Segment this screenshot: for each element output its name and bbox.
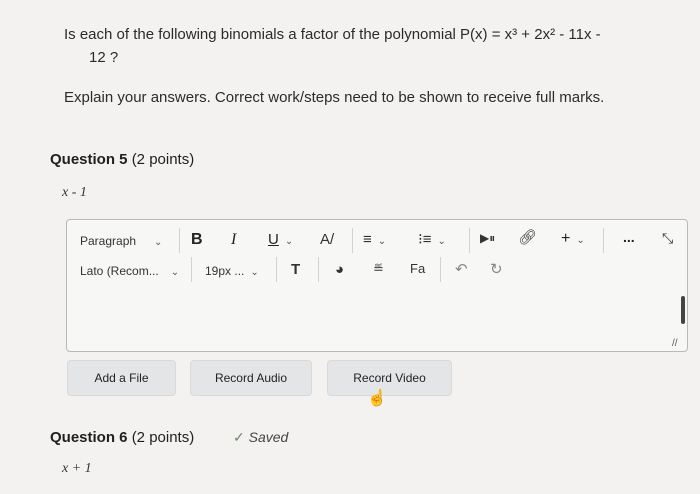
instructions-text: Explain your answers. Correct work/steps… xyxy=(64,89,605,106)
undo-icon[interactable]: ↶ xyxy=(455,262,468,277)
toolbar-divider xyxy=(603,228,604,253)
editor-text-area[interactable] xyxy=(67,291,685,349)
question-5-header: Question 5 (2 points) xyxy=(50,151,194,168)
toolbar-divider xyxy=(318,257,319,282)
find-replace-icon[interactable]: Fa xyxy=(410,262,425,275)
hand-cursor-icon: ☝ xyxy=(367,390,387,407)
toolbar-divider xyxy=(440,257,441,282)
question-5-points: (2 points) xyxy=(131,151,195,168)
prompt-line-1: Is each of the following binomials a fac… xyxy=(64,26,601,43)
font-family-select[interactable]: Lato (Recom... ⌄ xyxy=(80,264,179,278)
chevron-down-icon: ⌄ xyxy=(250,267,259,278)
prompt-line-2: 12 ? xyxy=(89,49,119,66)
redo-icon[interactable]: ↻ xyxy=(490,262,503,277)
question-6-title: Question 6 xyxy=(50,429,128,446)
toolbar-divider xyxy=(469,228,470,253)
underline-label: U xyxy=(268,231,279,248)
insert-media-icon[interactable]: ▶⏸ xyxy=(480,232,495,244)
paragraph-style-label: Paragraph xyxy=(80,234,137,248)
question-5-expression: x - 1 xyxy=(62,185,87,200)
bulleted-list-icon[interactable]: ⁝≡ ⌄ xyxy=(418,232,446,247)
accessibility-check-icon[interactable]: ◕ xyxy=(335,262,344,277)
chevron-down-icon: ⌄ xyxy=(576,235,585,246)
checkmark-icon: ✓ xyxy=(233,429,245,445)
underline-button[interactable]: U ⌄ xyxy=(268,231,293,248)
chevron-down-icon: ⌄ xyxy=(170,267,180,278)
link-icon[interactable]: 🔗︎ xyxy=(518,230,537,245)
bold-button[interactable]: B xyxy=(191,231,203,249)
resize-handle-icon[interactable]: // xyxy=(672,338,678,349)
editor-scrollbar[interactable] xyxy=(681,296,685,324)
saved-status: ✓ Saved xyxy=(233,429,288,446)
italic-button[interactable]: I xyxy=(231,231,236,249)
align-icon[interactable]: ≡ ⌄ xyxy=(363,232,386,247)
font-family-label: Lato (Recom... xyxy=(80,264,159,278)
font-size-select[interactable]: 19px ... ⌄ xyxy=(205,264,259,278)
paragraph-style-select[interactable]: Paragraph ⌄ xyxy=(80,234,162,248)
text-format-icon[interactable]: A/ xyxy=(320,232,334,247)
equation-icon[interactable]: ≝ xyxy=(373,262,384,275)
record-audio-button[interactable]: Record Audio xyxy=(190,360,312,396)
question-6-expression: x + 1 xyxy=(62,461,92,476)
toolbar-divider xyxy=(191,257,192,282)
add-file-button[interactable]: Add a File xyxy=(67,360,176,396)
chevron-down-icon: ⌄ xyxy=(154,237,163,248)
question-6-header: Question 6 (2 points) xyxy=(50,429,194,446)
record-video-button[interactable]: Record Video xyxy=(327,360,452,396)
fullscreen-icon[interactable]: ⤡ xyxy=(662,231,673,245)
saved-label: Saved xyxy=(248,429,289,445)
chevron-down-icon: ⌄ xyxy=(437,236,446,247)
question-5-title: Question 5 xyxy=(50,151,128,168)
question-6-points: (2 points) xyxy=(131,429,195,446)
plus-icon: + xyxy=(561,230,571,247)
more-options-button[interactable]: ... xyxy=(623,229,635,245)
text-color-icon[interactable]: T xyxy=(291,262,300,277)
chevron-down-icon: ⌄ xyxy=(377,236,387,247)
font-size-label: 19px ... xyxy=(205,264,245,278)
toolbar-divider xyxy=(276,257,277,282)
question-prompt: Is each of the following binomials a fac… xyxy=(64,23,674,69)
chevron-down-icon: ⌄ xyxy=(284,236,294,247)
insert-menu-button[interactable]: + ⌄ xyxy=(561,230,585,248)
toolbar-divider xyxy=(352,228,353,253)
toolbar-divider xyxy=(179,228,180,253)
